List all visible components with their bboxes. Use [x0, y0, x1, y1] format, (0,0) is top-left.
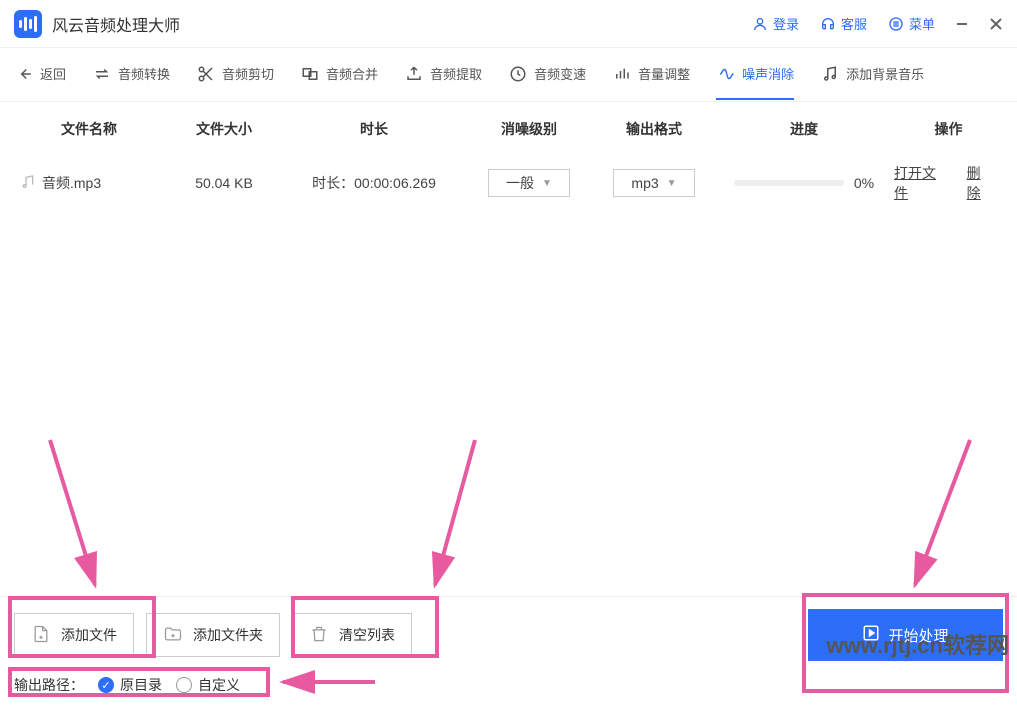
delete-link[interactable]: 删除	[967, 163, 993, 203]
menu-label: 菜单	[909, 14, 935, 33]
chevron-down-icon: ▼	[542, 178, 552, 189]
titlebar: 风云音频处理大师 登录 客服 菜单	[0, 0, 1017, 48]
col-duration: 时长	[284, 119, 464, 139]
close-button[interactable]	[989, 17, 1003, 31]
denoise-tab[interactable]: 噪声消除	[716, 64, 794, 100]
col-op: 操作	[894, 119, 1003, 139]
menu-icon	[887, 15, 905, 33]
back-icon	[14, 64, 34, 84]
progress-text: 0%	[854, 175, 874, 191]
app-logo	[14, 10, 42, 38]
open-file-link[interactable]: 打开文件	[894, 163, 947, 203]
col-name: 文件名称	[14, 119, 164, 139]
radio-custom-dir[interactable]: 自定义	[176, 675, 240, 695]
table-header: 文件名称 文件大小 时长 消噪级别 输出格式 进度 操作	[0, 102, 1017, 156]
user-icon	[751, 15, 769, 33]
radio-unchecked-icon	[176, 677, 192, 693]
service-button[interactable]: 客服	[819, 14, 867, 33]
file-name: 音频.mp3	[42, 173, 101, 193]
toolbar: 返回 音频转换 音频剪切 音频合并 音频提取 音频变速 音量调整 噪声消除 添加…	[0, 48, 1017, 102]
radio-checked-icon	[98, 677, 114, 693]
volume-tab[interactable]: 音量调整	[612, 64, 690, 86]
bgm-tab[interactable]: 添加背景音乐	[820, 64, 924, 86]
col-format: 输出格式	[594, 119, 714, 139]
service-label: 客服	[841, 14, 867, 33]
headset-icon	[819, 15, 837, 33]
merge-tab[interactable]: 音频合并	[300, 64, 378, 86]
output-format-dropdown[interactable]: mp3 ▼	[613, 169, 695, 197]
speed-tab[interactable]: 音频变速	[508, 64, 586, 86]
music-icon	[820, 64, 840, 84]
audio-file-icon	[20, 174, 36, 193]
watermark-text: www.rjtj.cn软荐网	[826, 628, 1009, 660]
folder-add-icon	[163, 624, 183, 647]
denoise-icon	[716, 64, 736, 84]
col-size: 文件大小	[164, 119, 284, 139]
speed-icon	[508, 64, 528, 84]
chevron-down-icon: ▼	[667, 178, 677, 189]
annotation-arrow	[400, 430, 500, 600]
trash-icon	[309, 624, 329, 647]
col-level: 消噪级别	[464, 119, 594, 139]
extract-icon	[404, 64, 424, 84]
minimize-button[interactable]	[955, 17, 969, 31]
back-button[interactable]: 返回	[14, 64, 66, 86]
login-button[interactable]: 登录	[751, 14, 799, 33]
annotation-arrow	[860, 430, 980, 595]
menu-button[interactable]: 菜单	[887, 14, 935, 33]
convert-icon	[92, 64, 112, 84]
annotation-arrow	[20, 430, 120, 600]
radio-original-dir[interactable]: 原目录	[98, 675, 162, 695]
convert-tab[interactable]: 音频转换	[92, 64, 170, 86]
add-file-button[interactable]: 添加文件	[14, 613, 134, 657]
col-progress: 进度	[714, 119, 894, 139]
file-size: 50.04 KB	[164, 175, 284, 191]
merge-icon	[300, 64, 320, 84]
cut-tab[interactable]: 音频剪切	[196, 64, 274, 86]
extract-tab[interactable]: 音频提取	[404, 64, 482, 86]
scissors-icon	[196, 64, 216, 84]
volume-icon	[612, 64, 632, 84]
file-duration: 时长：00:00:06.269	[284, 173, 464, 193]
file-add-icon	[31, 624, 51, 647]
output-path-label: 输出路径：	[14, 675, 84, 695]
add-folder-button[interactable]: 添加文件夹	[146, 613, 280, 657]
progress-bar	[734, 180, 844, 186]
table-row: 音频.mp3 50.04 KB 时长：00:00:06.269 一般 ▼ mp3…	[0, 156, 1017, 210]
app-title: 风云音频处理大师	[52, 12, 180, 36]
clear-list-button[interactable]: 清空列表	[292, 613, 412, 657]
denoise-level-dropdown[interactable]: 一般 ▼	[488, 169, 570, 197]
login-label: 登录	[773, 14, 799, 33]
